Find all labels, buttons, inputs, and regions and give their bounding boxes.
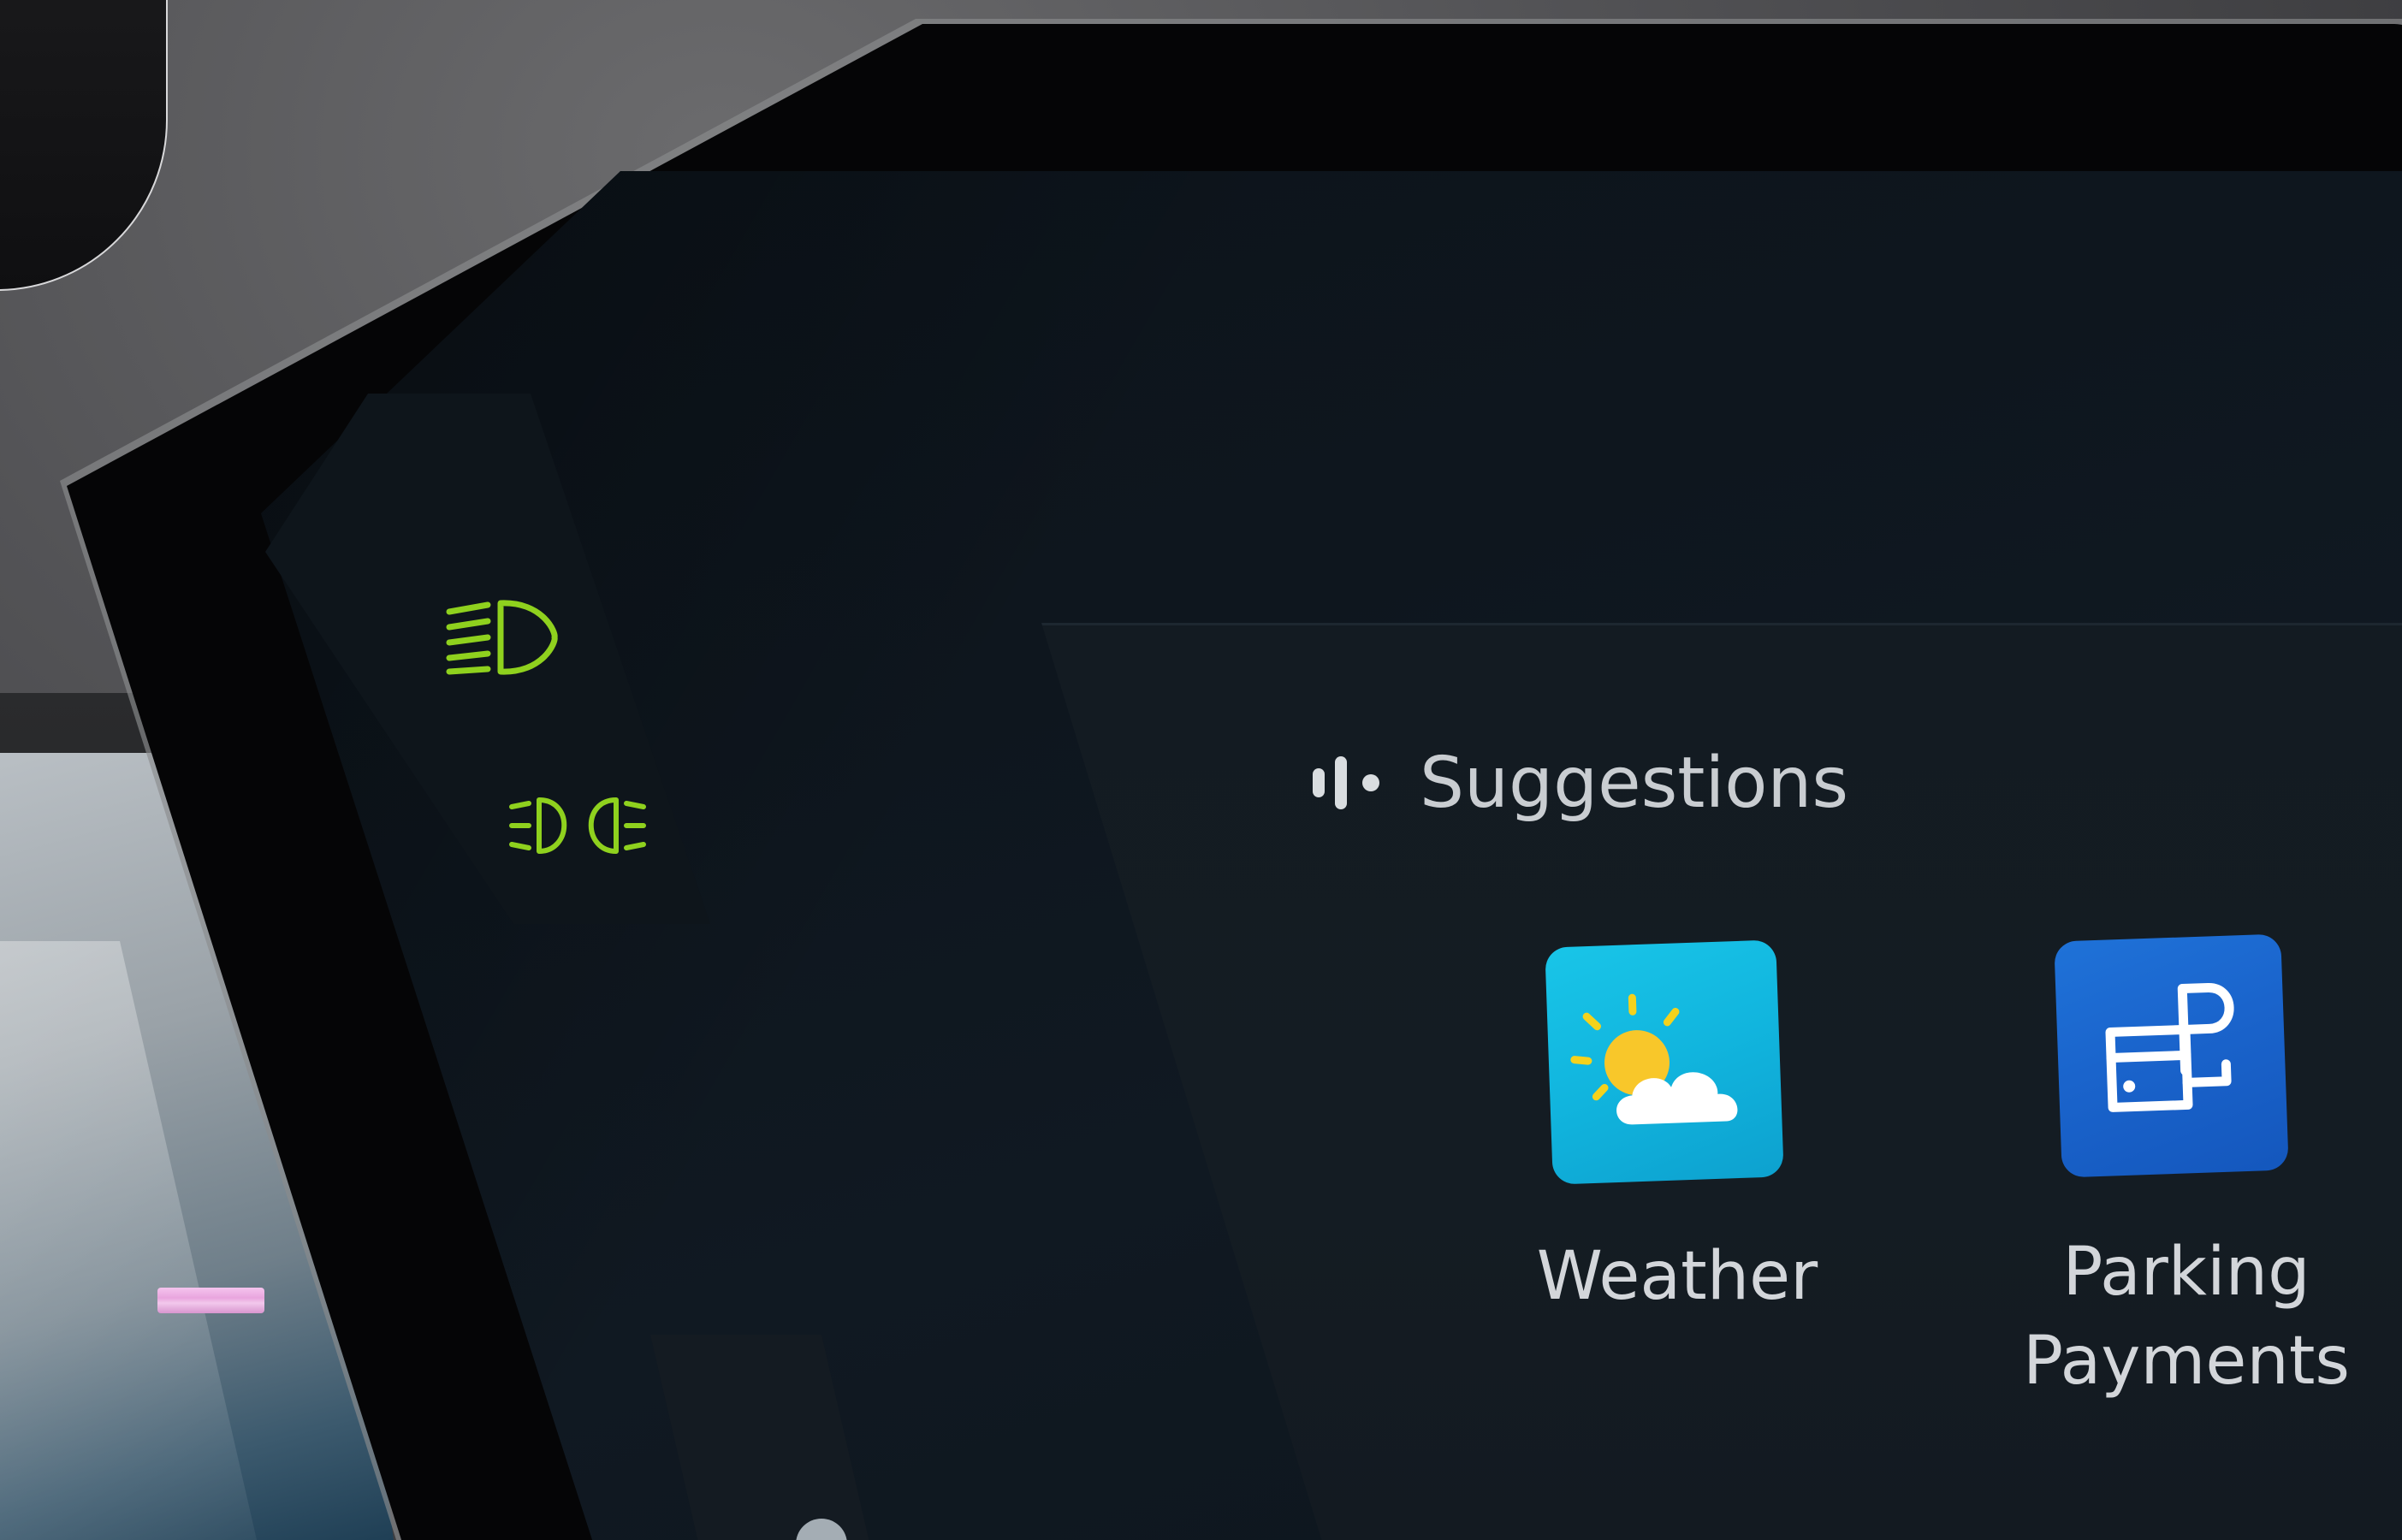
- parking-payments-app-tile[interactable]: [2054, 933, 2289, 1178]
- weather-app-tile[interactable]: [1545, 939, 1784, 1185]
- weather-sun-cloud-icon: [1570, 993, 1738, 1125]
- suggestions-header: Suggestions: [1309, 740, 1848, 826]
- fog-light-icon: [509, 797, 646, 854]
- high-beam-headlight-icon: [446, 600, 558, 675]
- parking-payment-card-icon: [2105, 982, 2234, 1112]
- voice-assistant-icon: [1313, 756, 1379, 809]
- suggestions-title: Suggestions: [1420, 742, 1849, 824]
- ambient-light-marker: [157, 1288, 264, 1313]
- parking-payments-app-label[interactable]: Parking Payments: [2002, 1228, 2370, 1406]
- parking-label-line2: Payments: [2022, 1323, 2351, 1400]
- car-dashboard-scene: Suggestions Weather Parking Payments: [0, 0, 2402, 1540]
- parking-label-line1: Parking: [2062, 1234, 2310, 1311]
- weather-app-label[interactable]: Weather: [1519, 1232, 1836, 1321]
